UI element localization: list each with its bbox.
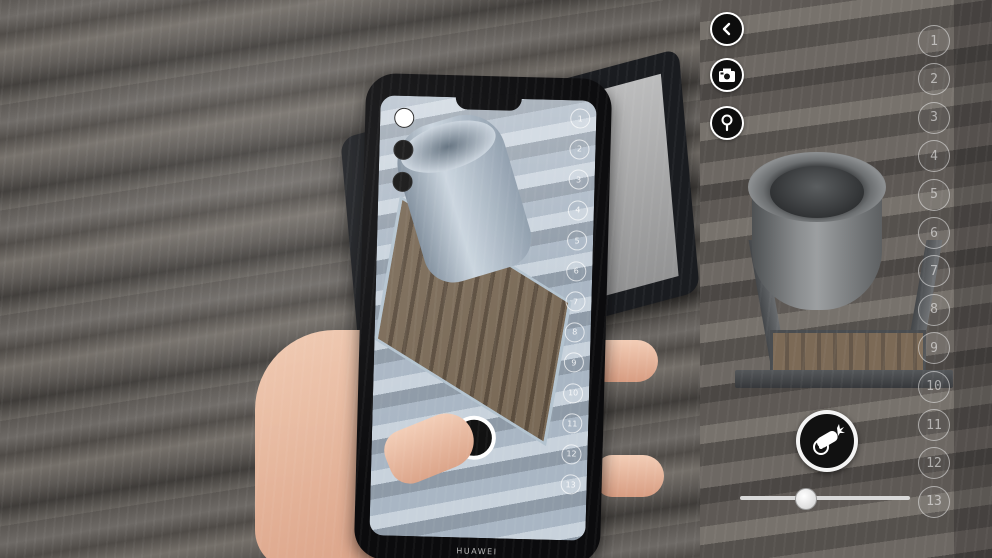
tablet-device — [340, 48, 700, 382]
level-button-13[interactable]: 13 — [918, 485, 950, 518]
level-button-3[interactable]: 3 — [918, 101, 950, 134]
mini-level-1: 1 — [570, 108, 591, 129]
back-button[interactable] — [710, 12, 744, 46]
level-button-8[interactable]: 8 — [918, 293, 950, 326]
mini-magnifier-icon — [392, 171, 413, 193]
mini-level-7: 7 — [565, 291, 586, 312]
ar-view: 1 2 3 4 5 6 7 8 9 10 11 12 13 — [700, 0, 992, 558]
level-button-9[interactable]: 9 — [918, 332, 950, 365]
mini-level-12: 12 — [561, 443, 582, 465]
mini-camera-icon — [393, 139, 414, 161]
level-rail — [954, 0, 992, 558]
camera-icon — [712, 60, 742, 90]
cannon-icon — [800, 414, 854, 468]
finger — [590, 340, 658, 382]
finger — [596, 455, 664, 497]
camera-button[interactable] — [710, 58, 744, 92]
level-button-10[interactable]: 10 — [918, 370, 950, 403]
power-slider[interactable] — [740, 488, 910, 510]
mini-level-6: 6 — [566, 260, 587, 282]
level-button-11[interactable]: 11 — [918, 409, 950, 441]
background-photo: 1 2 3 4 5 6 7 8 9 10 11 12 13 HUAWEI — [0, 0, 700, 558]
level-button-2[interactable]: 2 — [918, 63, 950, 96]
slider-track — [740, 496, 910, 500]
hint-button[interactable] — [710, 106, 744, 140]
mini-level-3: 3 — [568, 169, 589, 190]
fire-button[interactable] — [796, 410, 858, 472]
mini-mortar-base — [374, 195, 572, 447]
phone-screen: 1 2 3 4 5 6 7 8 9 10 11 12 13 — [369, 95, 597, 541]
mini-back-icon — [393, 107, 415, 129]
thumb — [377, 405, 483, 490]
mini-fire-button — [451, 415, 497, 461]
tablet-screen — [544, 73, 679, 308]
phone-device: 1 2 3 4 5 6 7 8 9 10 11 12 13 HUAWEI — [353, 72, 613, 558]
phone-brand: HUAWEI — [456, 546, 498, 557]
chevron-left-icon — [712, 14, 742, 44]
mini-level-11: 11 — [562, 413, 583, 434]
level-button-1[interactable]: 1 — [918, 25, 950, 57]
level-button-6[interactable]: 6 — [918, 217, 950, 249]
slider-thumb[interactable] — [794, 488, 817, 510]
level-button-4[interactable]: 4 — [918, 140, 950, 173]
level-button-7[interactable]: 7 — [918, 255, 950, 288]
mini-level-10: 10 — [562, 382, 584, 404]
mini-mortar-barrel — [387, 105, 539, 290]
mini-level-9: 9 — [563, 352, 585, 373]
magnifier-icon — [712, 108, 742, 138]
mini-level-4: 4 — [567, 199, 589, 221]
mini-level-5: 5 — [566, 230, 588, 251]
mini-level-2: 2 — [569, 138, 590, 160]
phone-notch — [455, 93, 522, 111]
mini-level-13: 13 — [560, 474, 581, 495]
hand — [255, 330, 485, 558]
mini-level-8: 8 — [564, 321, 585, 343]
level-button-5[interactable]: 5 — [918, 178, 950, 211]
level-button-12[interactable]: 12 — [918, 447, 950, 480]
mortar-barrel — [748, 152, 886, 310]
